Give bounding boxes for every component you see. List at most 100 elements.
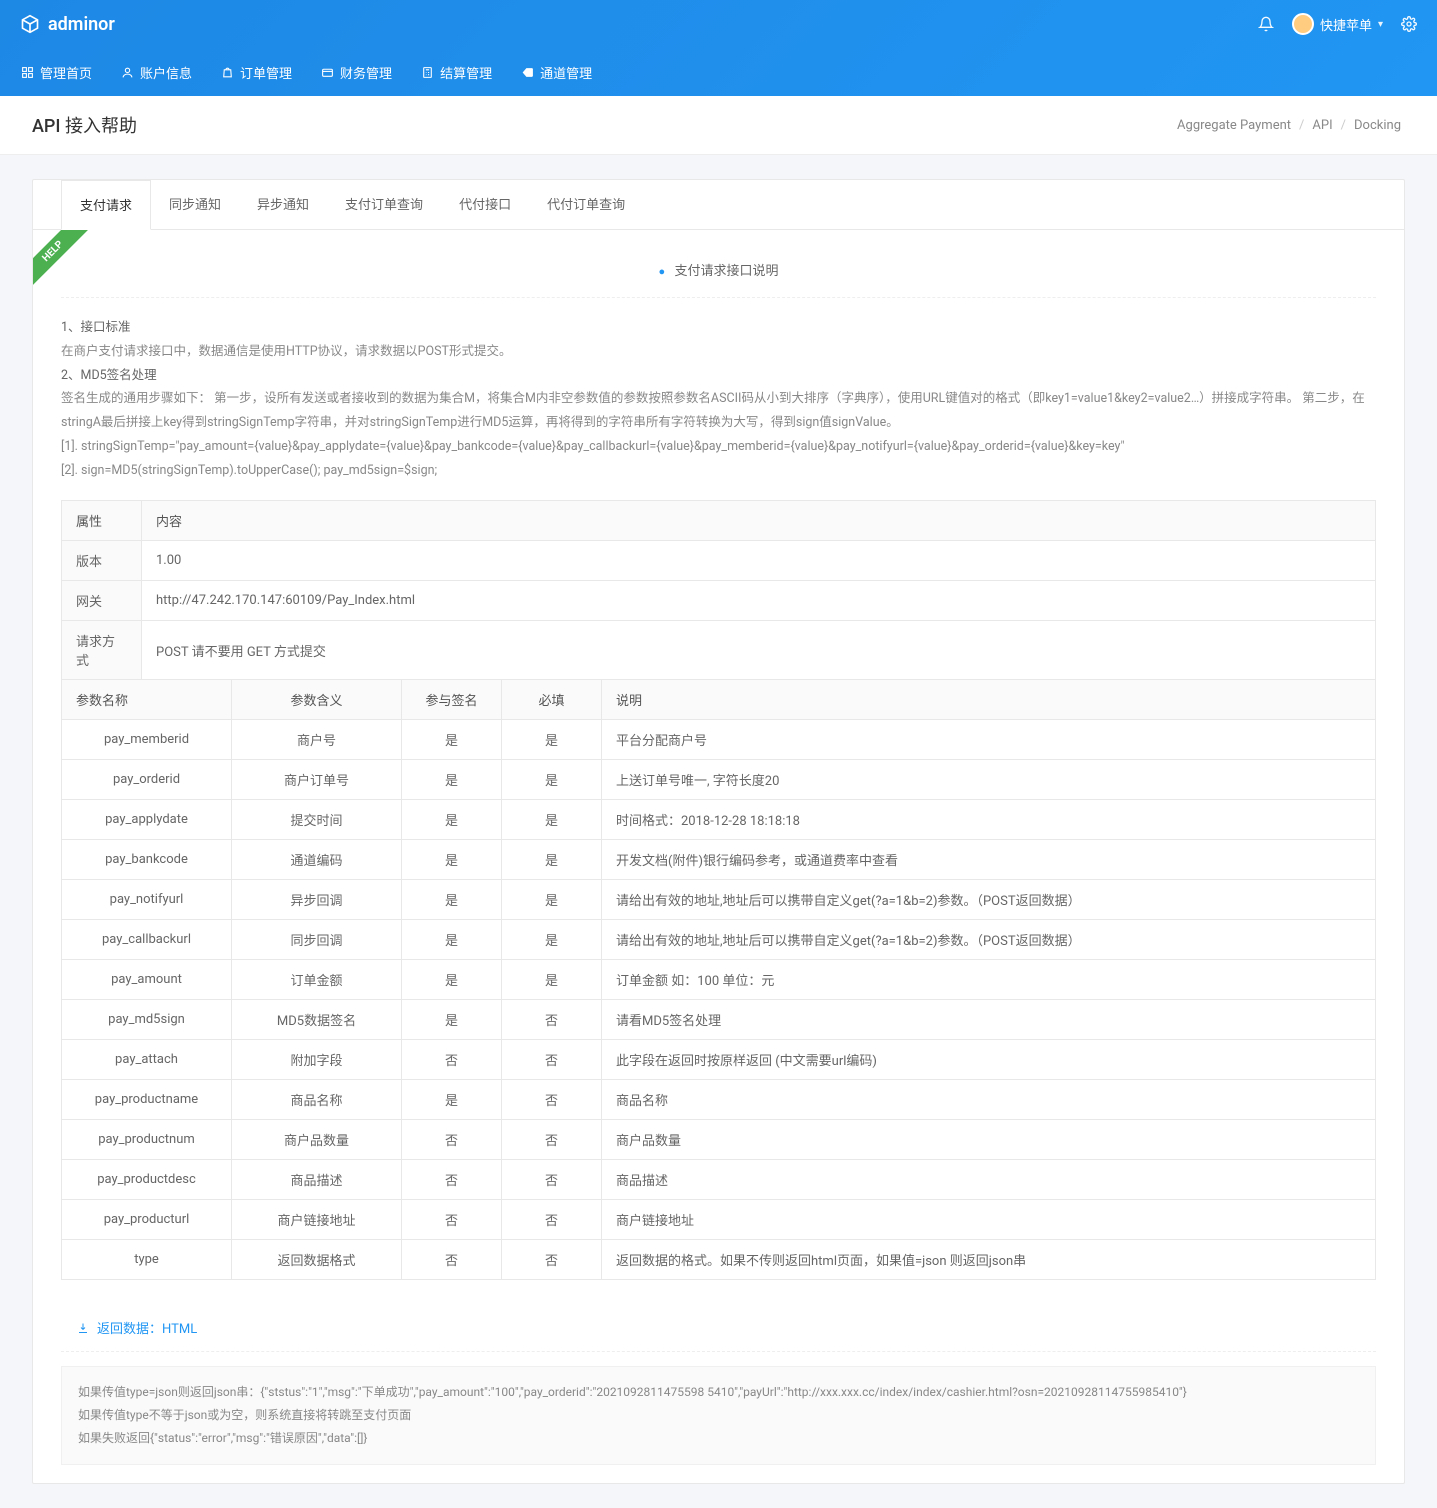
tab-4[interactable]: 代付接口 xyxy=(441,180,529,229)
bag-icon xyxy=(220,65,234,79)
desc-title-2: 2、MD5签名处理 xyxy=(61,364,1376,388)
table-cell: 否 xyxy=(502,1080,602,1120)
table-cell: 商户订单号 xyxy=(232,760,402,800)
table-cell: 同步回调 xyxy=(232,920,402,960)
table-cell: 开发文档(附件)银行编码参考，或通道费率中查看 xyxy=(602,840,1376,880)
breadcrumb-item[interactable]: API xyxy=(1312,118,1332,133)
page-title: API 接入帮助 xyxy=(32,112,137,138)
table-cell: 通道编码 xyxy=(232,840,402,880)
nav-item-1[interactable]: 账户信息 xyxy=(120,63,192,82)
table-cell: 是 xyxy=(402,1080,502,1120)
table-cell: 是 xyxy=(502,760,602,800)
brand-logo[interactable]: adminor xyxy=(20,14,115,35)
breadcrumb-item[interactable]: Aggregate Payment xyxy=(1177,118,1291,133)
table-cell: 否 xyxy=(502,1160,602,1200)
user-icon xyxy=(120,65,134,79)
table-cell: 是 xyxy=(402,760,502,800)
table-cell: pay_md5sign xyxy=(62,1000,232,1040)
table-cell: 订单金额 如：100 单位：元 xyxy=(602,960,1376,1000)
return-example-line-1: 如果传值type=json则返回json串：{"ststus":"1","msg… xyxy=(78,1381,1359,1404)
table-cell: MD5数据签名 xyxy=(232,1000,402,1040)
table-cell: 商户品数量 xyxy=(602,1120,1376,1160)
tab-2[interactable]: 异步通知 xyxy=(239,180,327,229)
table-row: type返回数据格式否否返回数据的格式。如果不传则返回html页面，如果值=js… xyxy=(62,1240,1376,1280)
desc-line-3: [1]. stringSignTemp="pay_amount={value}&… xyxy=(61,435,1376,459)
table-cell: 否 xyxy=(502,1200,602,1240)
table-cell: 上送订单号唯一, 字符长度20 xyxy=(602,760,1376,800)
table-cell: pay_productname xyxy=(62,1080,232,1120)
nav-item-0[interactable]: 管理首页 xyxy=(20,63,92,82)
grid-icon xyxy=(20,65,34,79)
nav-item-3[interactable]: 财务管理 xyxy=(320,63,392,82)
table-cell: 请给出有效的地址,地址后可以携带自定义get(?a=1&b=2)参数。（POST… xyxy=(602,880,1376,920)
attr-header: 属性 xyxy=(62,501,142,541)
user-name: 快捷苹单 xyxy=(1320,15,1372,34)
table-cell: 1.00 xyxy=(142,541,1376,581)
table-row: pay_orderid商户订单号是是上送订单号唯一, 字符长度20 xyxy=(62,760,1376,800)
table-row: pay_bankcode通道编码是是开发文档(附件)银行编码参考，或通道费率中查… xyxy=(62,840,1376,880)
return-example-line-2: 如果传值type不等于json或为空，则系统直接将转跳至支付页面 xyxy=(78,1404,1359,1427)
table-cell: pay_applydate xyxy=(62,800,232,840)
nav-label: 管理首页 xyxy=(40,63,92,82)
table-cell: 否 xyxy=(402,1160,502,1200)
nav-item-5[interactable]: 通道管理 xyxy=(520,63,592,82)
tab-0[interactable]: 支付请求 xyxy=(61,180,151,230)
table-cell: pay_producturl xyxy=(62,1200,232,1240)
table-row: pay_attach附加字段否否此字段在返回时按原样返回 (中文需要url编码) xyxy=(62,1040,1376,1080)
nav-item-2[interactable]: 订单管理 xyxy=(220,63,292,82)
table-cell: pay_orderid xyxy=(62,760,232,800)
table-cell: 网关 xyxy=(62,581,142,621)
tab-3[interactable]: 支付订单查询 xyxy=(327,180,441,229)
table-cell: 否 xyxy=(402,1040,502,1080)
table-row: pay_memberid商户号是是平台分配商户号 xyxy=(62,720,1376,760)
table-cell: 是 xyxy=(402,720,502,760)
table-cell: 商品名称 xyxy=(602,1080,1376,1120)
table-cell: 否 xyxy=(502,1240,602,1280)
table-cell: 否 xyxy=(402,1120,502,1160)
desc-title-1: 1、接口标准 xyxy=(61,316,1376,340)
calc-icon xyxy=(420,65,434,79)
user-menu[interactable]: 快捷苹单 ▾ xyxy=(1292,13,1383,35)
gear-icon[interactable] xyxy=(1401,16,1417,32)
table-cell: pay_attach xyxy=(62,1040,232,1080)
notice-bar: ● 支付请求接口说明 xyxy=(61,248,1376,298)
table-cell: pay_productdesc xyxy=(62,1160,232,1200)
table-cell: 请看MD5签名处理 xyxy=(602,1000,1376,1040)
table-cell: 平台分配商户号 xyxy=(602,720,1376,760)
nav-label: 订单管理 xyxy=(240,63,292,82)
tabs: 支付请求同步通知异步通知支付订单查询代付接口代付订单查询 xyxy=(33,180,1404,230)
table-cell: 是 xyxy=(502,920,602,960)
desc-line-4: [2]. sign=MD5(stringSignTemp).toUpperCas… xyxy=(61,459,1376,483)
breadcrumb: Aggregate Payment/API/Docking xyxy=(1173,118,1405,133)
table-cell: 商户链接地址 xyxy=(232,1200,402,1240)
table-cell: 商品描述 xyxy=(602,1160,1376,1200)
table-cell: 是 xyxy=(402,960,502,1000)
brand-name: adminor xyxy=(48,14,115,35)
tab-1[interactable]: 同步通知 xyxy=(151,180,239,229)
table-cell: 否 xyxy=(502,1000,602,1040)
table-cell: type xyxy=(62,1240,232,1280)
bell-icon[interactable] xyxy=(1258,16,1274,32)
table-cell: 是 xyxy=(402,1000,502,1040)
table-cell: 版本 xyxy=(62,541,142,581)
nav-label: 结算管理 xyxy=(440,63,492,82)
table-cell: 商户品数量 xyxy=(232,1120,402,1160)
nav-item-4[interactable]: 结算管理 xyxy=(420,63,492,82)
tag-icon xyxy=(520,65,534,79)
table-cell: 是 xyxy=(402,800,502,840)
table-cell: 否 xyxy=(502,1040,602,1080)
table-cell: 是 xyxy=(502,880,602,920)
description-block: 1、接口标准 在商户支付请求接口中，数据通信是使用HTTP协议，请求数据以POS… xyxy=(61,316,1376,482)
table-row: pay_applydate提交时间是是时间格式：2018-12-28 18:18… xyxy=(62,800,1376,840)
table-cell: 附加字段 xyxy=(232,1040,402,1080)
table-row: pay_amount订单金额是是订单金额 如：100 单位：元 xyxy=(62,960,1376,1000)
table-cell: 否 xyxy=(402,1200,502,1240)
tab-5[interactable]: 代付订单查询 xyxy=(529,180,643,229)
card-icon xyxy=(320,65,334,79)
breadcrumb-item: Docking xyxy=(1354,118,1401,133)
chevron-down-icon: ▾ xyxy=(1378,19,1383,30)
table-cell: pay_amount xyxy=(62,960,232,1000)
table-row: 网关http://47.242.170.147:60109/Pay_Index.… xyxy=(62,581,1376,621)
desc-line-1: 在商户支付请求接口中，数据通信是使用HTTP协议，请求数据以POST形式提交。 xyxy=(61,340,1376,364)
table-row: 版本1.00 xyxy=(62,541,1376,581)
